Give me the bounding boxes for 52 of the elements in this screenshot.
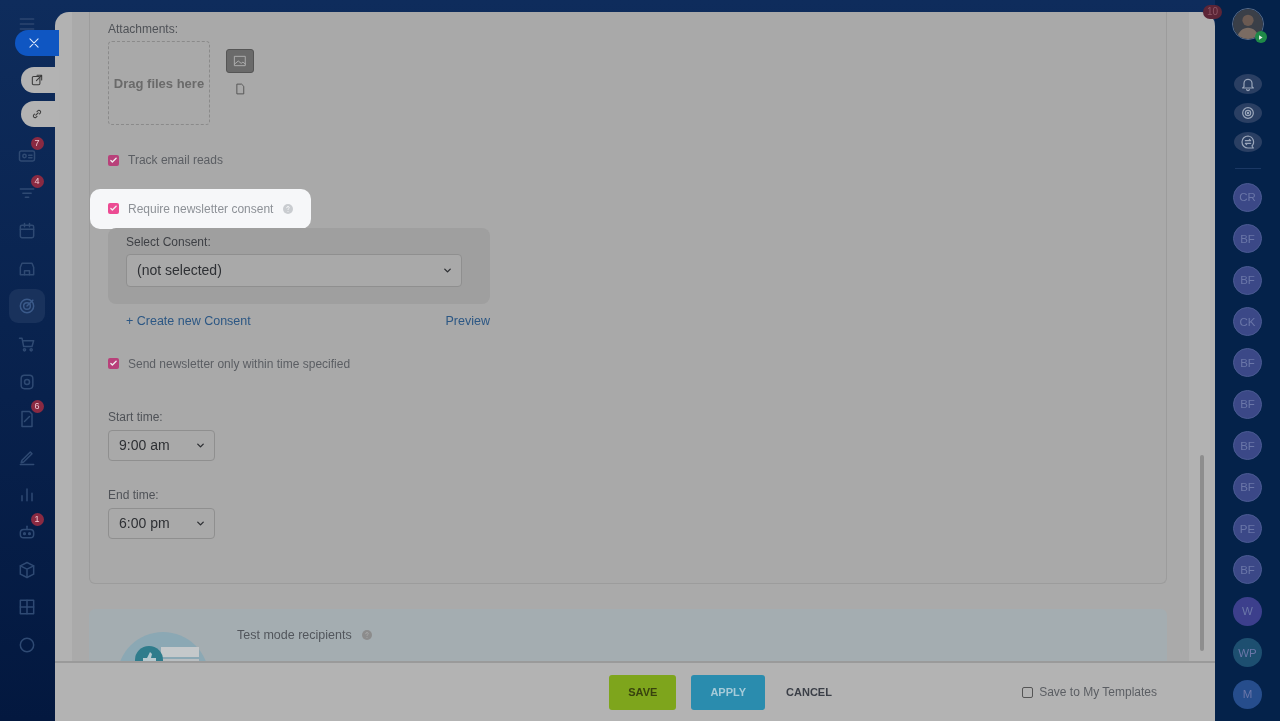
external-link-icon xyxy=(30,73,44,87)
checkbox-label: Send newsletter only within time specified xyxy=(128,356,351,371)
checkbox[interactable] xyxy=(108,358,119,370)
checkbox[interactable] xyxy=(108,154,119,166)
apply-button[interactable]: APPLY xyxy=(691,674,766,710)
field-label: Start time: xyxy=(108,409,163,424)
checkbox-label: Track email reads xyxy=(128,153,223,167)
create-consent-link[interactable]: + Create new Consent xyxy=(126,313,251,328)
save-button[interactable]: SAVE xyxy=(609,674,677,710)
spiral-icon xyxy=(1239,105,1256,122)
select-field[interactable]: (not selected) xyxy=(126,253,462,287)
cancel-button[interactable]: CANCEL xyxy=(780,674,838,710)
checkbox-label: Save to My Templates xyxy=(1039,685,1157,699)
help-icon[interactable] xyxy=(360,629,373,641)
field-label: End time: xyxy=(108,487,159,502)
field-label: Attachments: xyxy=(108,22,179,36)
scrollbar-thumb[interactable] xyxy=(1200,455,1204,651)
field-label: Select Consent: xyxy=(126,234,212,249)
checkbox[interactable] xyxy=(1022,686,1034,698)
check-icon xyxy=(109,155,118,165)
nav-item[interactable]: 1 xyxy=(8,514,45,549)
nav-item[interactable] xyxy=(8,289,45,324)
section-label: Test mode recipients xyxy=(237,628,352,642)
link-icon xyxy=(30,107,44,121)
contact-avatar[interactable]: M xyxy=(1233,679,1262,709)
toolbar-button[interactable] xyxy=(1233,74,1262,95)
help-icon[interactable] xyxy=(282,202,295,215)
preview-link[interactable]: Preview xyxy=(445,313,490,328)
close-icon xyxy=(27,36,41,50)
check-icon xyxy=(109,204,118,214)
image-icon xyxy=(232,54,248,68)
contact-avatar[interactable]: WP xyxy=(1233,638,1262,668)
select-field[interactable]: 9:00 am xyxy=(108,429,215,461)
toolbar-button[interactable] xyxy=(1233,103,1262,124)
image-button[interactable] xyxy=(226,49,254,73)
count-badge: 1 xyxy=(30,512,44,526)
checkbox[interactable] xyxy=(108,203,119,215)
user-avatar[interactable] xyxy=(1231,8,1264,40)
count-badge: 7 xyxy=(30,137,44,150)
toolbar-button[interactable] xyxy=(1233,132,1262,153)
chat-arrows-icon xyxy=(1239,134,1256,151)
file-dropzone[interactable]: Drag files here xyxy=(108,41,210,125)
bell-icon xyxy=(1239,76,1256,93)
checkbox-label: Require newsletter consent xyxy=(128,201,274,216)
nav-item[interactable]: 7 xyxy=(8,139,45,173)
select-field[interactable]: 6:00 pm xyxy=(108,507,215,539)
count-badge: 6 xyxy=(30,400,44,414)
check-icon xyxy=(109,359,118,369)
nav-item[interactable]: 4 xyxy=(8,176,45,211)
close-button[interactable] xyxy=(15,30,59,56)
count-badge: 4 xyxy=(30,174,44,188)
nav-item[interactable]: 6 xyxy=(8,402,45,437)
